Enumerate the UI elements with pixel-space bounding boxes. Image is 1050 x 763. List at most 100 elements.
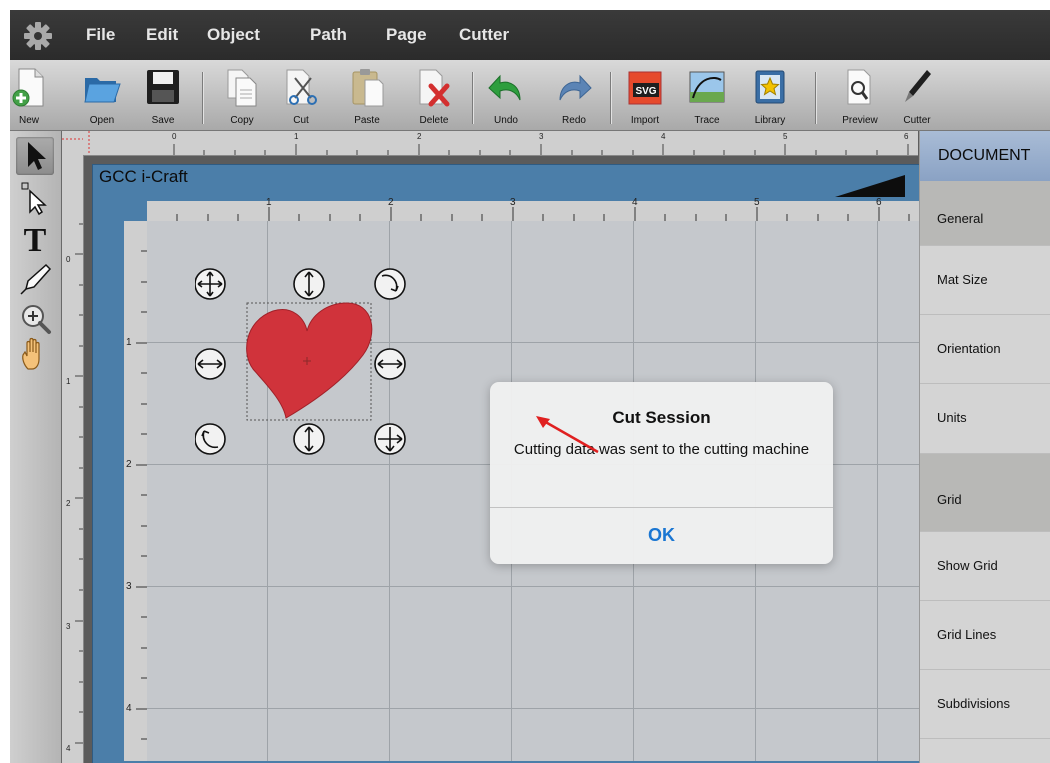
scale-horizontal-left-handle-icon[interactable] — [195, 348, 226, 380]
text-tool-icon: T — [24, 222, 47, 259]
cutter-blade-icon — [905, 70, 931, 102]
scale-proportional-handle-icon[interactable] — [374, 423, 406, 455]
scale-horizontal-right-handle-icon[interactable] — [374, 348, 406, 380]
hruler-label-5: 5 — [783, 132, 788, 141]
select-tool[interactable] — [16, 137, 54, 175]
mat-vruler-label-3: 3 — [126, 581, 132, 592]
trace-button[interactable]: Trace — [680, 64, 734, 126]
hand-tool[interactable] — [16, 335, 54, 373]
save-button[interactable]: Save — [136, 64, 190, 126]
panel-item-subdivisions[interactable]: Subdivisions — [920, 670, 1050, 739]
trace-icon — [689, 71, 725, 103]
panel-item-mat-size-label: Mat Size — [937, 272, 988, 287]
preview-magnifier-icon — [847, 69, 871, 105]
library-button[interactable]: Library — [743, 64, 797, 126]
selected-shape-group[interactable] — [195, 251, 455, 471]
new-document-icon — [12, 68, 44, 107]
panel-item-orientation[interactable]: Orientation — [920, 315, 1050, 384]
vruler-label-0: 0 — [66, 255, 71, 264]
preview-label: Preview — [842, 115, 878, 126]
mat-vruler-label-4: 4 — [126, 703, 132, 714]
hruler-label-3: 3 — [539, 132, 544, 141]
mat-hruler-label-5: 5 — [754, 197, 760, 208]
panel-item-show-grid[interactable]: Show Grid — [920, 532, 1050, 601]
scale-vertical-bottom-handle-icon[interactable] — [293, 423, 325, 455]
document-panel-title: DOCUMENT — [938, 147, 1031, 164]
redo-arrow-icon — [559, 74, 592, 101]
new-button[interactable]: New — [10, 64, 56, 126]
gear-icon[interactable] — [22, 20, 54, 52]
save-label: Save — [151, 115, 175, 126]
zoom-icon — [22, 305, 51, 334]
mat-vertical-ruler: 1 2 3 4 — [124, 221, 147, 761]
toolbar: New Open Save Copy Cut Paste Delete Undo… — [10, 60, 1050, 131]
undo-button[interactable]: Undo — [479, 64, 533, 126]
rotate-top-right-handle-icon[interactable] — [374, 268, 406, 300]
annotation-arrow-icon — [536, 416, 599, 454]
panel-item-grid-lines[interactable]: Grid Lines — [920, 601, 1050, 670]
redo-label: Redo — [562, 115, 586, 126]
panel-item-show-grid-label: Show Grid — [937, 558, 998, 573]
cut-session-alert: Cut Session Cutting data was sent to the… — [490, 382, 833, 564]
cutter-label: Cutter — [903, 115, 931, 126]
mat-vertical-ruler-ticks — [136, 250, 147, 740]
panel-item-subdivisions-label: Subdivisions — [937, 696, 1010, 711]
text-tool[interactable]: T — [16, 219, 54, 259]
menu-object[interactable]: Object — [207, 25, 260, 45]
delete-label: Delete — [419, 115, 449, 126]
panel-section-general: General — [920, 181, 1050, 246]
move-handle-icon[interactable] — [195, 268, 226, 300]
menu-cutter[interactable]: Cutter — [459, 25, 509, 45]
vruler-label-3: 3 — [66, 622, 71, 631]
mat-hruler-label-2: 2 — [388, 197, 394, 208]
menu-path[interactable]: Path — [310, 25, 347, 45]
panel-item-mat-size[interactable]: Mat Size — [920, 246, 1050, 315]
panel-section-general-label: General — [937, 211, 984, 226]
menu-page[interactable]: Page — [386, 25, 427, 45]
hruler-label-0: 0 — [172, 132, 177, 141]
delete-button[interactable]: Delete — [407, 64, 461, 126]
cutter-button[interactable]: Cutter — [890, 64, 944, 126]
menu-file[interactable]: File — [86, 25, 115, 45]
open-folder-icon — [84, 78, 121, 103]
node-select-tool[interactable] — [16, 179, 54, 217]
select-arrow-icon — [28, 142, 46, 170]
pen-tool[interactable] — [16, 259, 54, 297]
preview-button[interactable]: Preview — [833, 64, 887, 126]
vruler-label-4: 4 — [66, 744, 71, 753]
mat-hruler-label-6: 6 — [876, 197, 882, 208]
menu-edit[interactable]: Edit — [146, 25, 178, 45]
hruler-label-4: 4 — [661, 132, 666, 141]
new-label: New — [18, 115, 39, 126]
properties-panel: DOCUMENT General Mat Size Orientation Un… — [919, 131, 1050, 763]
hand-pan-icon — [22, 337, 40, 370]
panel-item-units[interactable]: Units — [920, 384, 1050, 454]
paste-button[interactable]: Paste — [340, 64, 394, 126]
library-star-icon — [755, 70, 785, 104]
redo-button[interactable]: Redo — [547, 64, 601, 126]
rotate-bottom-left-handle-icon[interactable] — [195, 423, 226, 455]
scale-vertical-top-handle-icon[interactable] — [293, 268, 325, 300]
panel-item-units-label: Units — [937, 410, 967, 425]
zoom-tool[interactable] — [16, 299, 54, 337]
cut-label: Cut — [293, 115, 309, 126]
open-button[interactable]: Open — [75, 64, 129, 126]
cut-button[interactable]: Cut — [274, 64, 328, 126]
ok-button[interactable]: OK — [490, 508, 833, 564]
trace-label: Trace — [694, 115, 720, 126]
mat-hruler-label-3: 3 — [510, 197, 516, 208]
tool-palette: T — [10, 131, 62, 763]
panel-item-orientation-label: Orientation — [937, 341, 1001, 356]
mat-hruler-label-1: 1 — [266, 197, 272, 208]
mat-title: GCC i-Craft — [99, 167, 188, 186]
vruler-label-2: 2 — [66, 499, 71, 508]
import-label: Import — [630, 115, 660, 126]
undo-arrow-icon — [488, 74, 521, 101]
copy-button[interactable]: Copy — [215, 64, 269, 126]
hruler-label-6: 6 — [904, 132, 909, 141]
import-button[interactable]: SVG Import — [618, 64, 672, 126]
document-panel-header[interactable]: DOCUMENT — [920, 131, 1050, 181]
svg-text:T: T — [24, 222, 47, 257]
mat-hruler-label-4: 4 — [632, 197, 638, 208]
copy-label: Copy — [230, 115, 254, 126]
